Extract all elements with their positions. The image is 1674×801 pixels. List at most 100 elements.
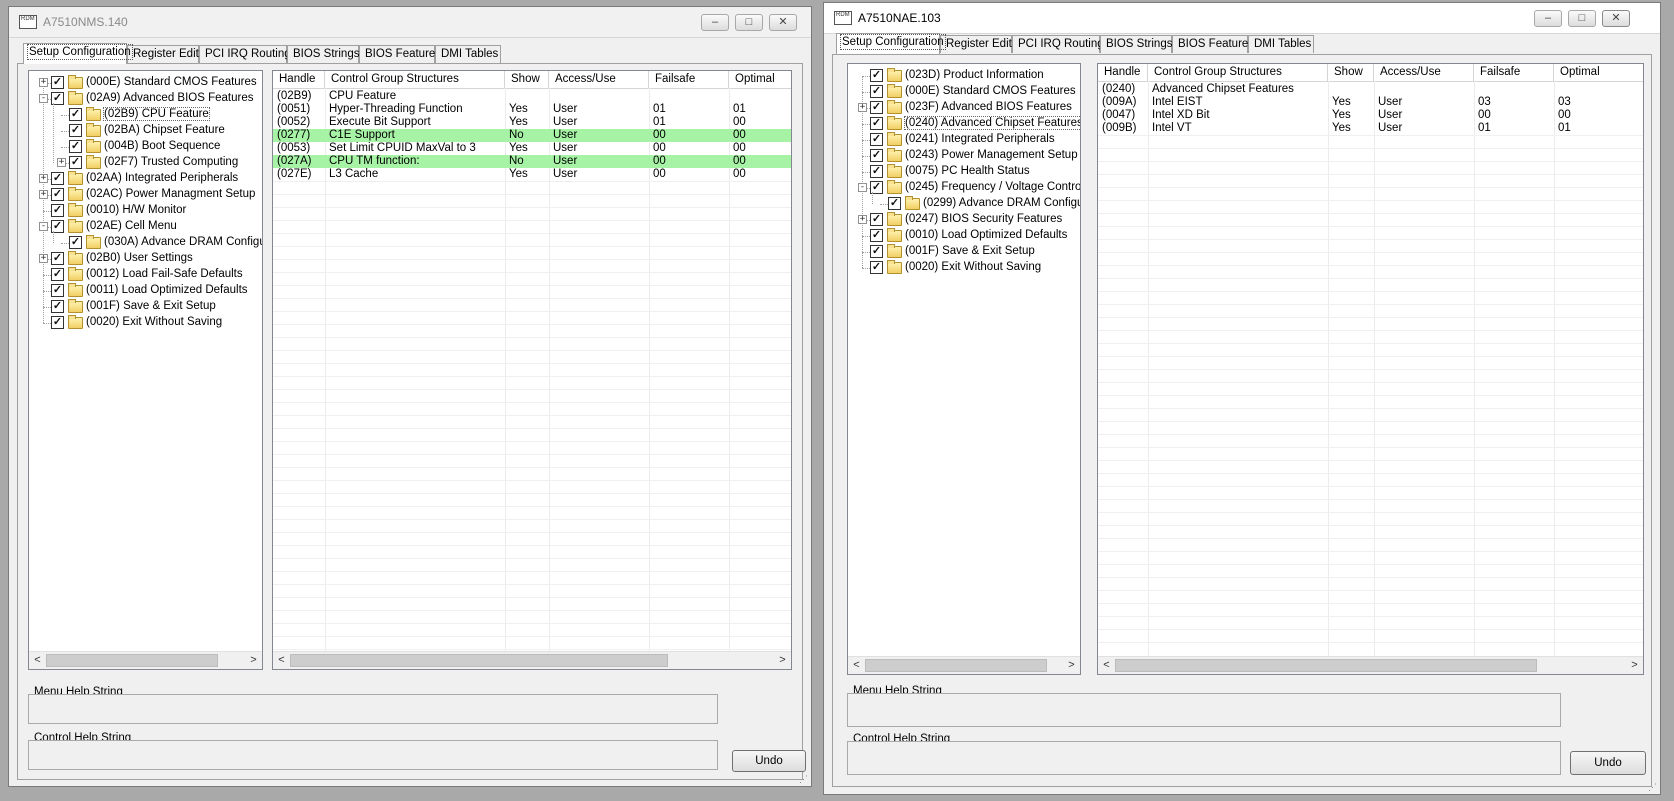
tab-setup-configuration[interactable]: Setup Configuration: [23, 43, 133, 64]
expand-icon[interactable]: +: [858, 215, 867, 224]
tree-item[interactable]: - ✓ (0245) Frequency / Voltage Control: [848, 180, 1080, 196]
tree-item[interactable]: ✓ (02B9) CPU Feature: [29, 107, 262, 123]
scroll-left-arrow[interactable]: <: [1099, 658, 1114, 673]
column-header-control-group[interactable]: Control Group Structures: [1148, 64, 1328, 81]
table-row[interactable]: (0240) Advanced Chipset Features: [1098, 83, 1643, 96]
checkbox-checked-icon[interactable]: ✓: [51, 172, 64, 185]
tab-bios-strings[interactable]: BIOS Strings: [1100, 35, 1172, 53]
expand-icon[interactable]: +: [39, 254, 48, 263]
grid-horizontal-scrollbar[interactable]: < >: [273, 651, 791, 669]
minimize-button[interactable]: –: [1534, 10, 1562, 27]
checkbox-checked-icon[interactable]: ✓: [870, 101, 883, 114]
scroll-right-arrow[interactable]: >: [246, 653, 261, 668]
structures-grid[interactable]: Handle Control Group Structures Show Access…: [272, 70, 792, 670]
column-header-optimal[interactable]: Optimal: [1554, 64, 1643, 81]
setup-tree[interactable]: ✓ (023D) Product Information ✓ (000E) Stand…: [847, 63, 1081, 675]
checkbox-checked-icon[interactable]: ✓: [51, 300, 64, 313]
checkbox-checked-icon[interactable]: ✓: [51, 252, 64, 265]
scroll-right-arrow[interactable]: >: [775, 653, 790, 668]
tree-item[interactable]: - ✓ (02AE) Cell Menu: [29, 219, 262, 235]
tab-dmi-tables[interactable]: DMI Tables: [1248, 35, 1314, 53]
checkbox-checked-icon[interactable]: ✓: [870, 85, 883, 98]
collapse-icon[interactable]: -: [858, 183, 867, 192]
undo-button[interactable]: Undo: [1570, 751, 1646, 775]
column-header-show[interactable]: Show: [1328, 64, 1374, 81]
tab-pci-irq-routing[interactable]: PCI IRQ Routing: [199, 45, 291, 63]
maximize-button[interactable]: □: [735, 14, 763, 31]
tree-item[interactable]: ✓ (0011) Load Optimized Defaults: [29, 283, 262, 299]
checkbox-checked-icon[interactable]: ✓: [51, 268, 64, 281]
checkbox-checked-icon[interactable]: ✓: [51, 284, 64, 297]
tree-item[interactable]: ✓ (0243) Power Management Setup: [848, 148, 1080, 164]
column-header-failsafe[interactable]: Failsafe: [1474, 64, 1554, 81]
checkbox-checked-icon[interactable]: ✓: [870, 133, 883, 146]
tree-item[interactable]: ✓ (0075) PC Health Status: [848, 164, 1080, 180]
column-header-optimal[interactable]: Optimal: [729, 71, 791, 88]
tab-register-edit[interactable]: Register Edit: [940, 35, 1012, 53]
expand-icon[interactable]: +: [39, 174, 48, 183]
column-header-show[interactable]: Show: [505, 71, 549, 88]
grid-horizontal-scrollbar[interactable]: < >: [1098, 656, 1643, 674]
tree-item[interactable]: ✓ (0010) Load Optimized Defaults: [848, 228, 1080, 244]
expand-icon[interactable]: +: [858, 103, 867, 112]
tree-item[interactable]: + ✓ (02AA) Integrated Peripherals: [29, 171, 262, 187]
tree-item[interactable]: ✓ (0299) Advance DRAM Configura: [848, 196, 1080, 212]
collapse-icon[interactable]: -: [39, 222, 48, 231]
close-button[interactable]: ✕: [769, 14, 797, 31]
checkbox-checked-icon[interactable]: ✓: [888, 197, 901, 210]
tab-register-edit[interactable]: Register Edit: [127, 45, 199, 63]
title-bar[interactable]: RDM A7510NMS.140 – □ ✕: [9, 7, 811, 38]
maximize-button[interactable]: □: [1568, 10, 1596, 27]
column-header-access[interactable]: Access/Use: [549, 71, 649, 88]
checkbox-checked-icon[interactable]: ✓: [51, 316, 64, 329]
tab-setup-configuration[interactable]: Setup Configuration: [836, 33, 946, 54]
table-row[interactable]: (0047) Intel XD Bit Yes User 00 00: [1098, 109, 1643, 122]
tree-item[interactable]: ✓ (02BA) Chipset Feature: [29, 123, 262, 139]
table-row[interactable]: (0052) Execute Bit Support Yes User 01 00: [273, 116, 791, 129]
tree-item[interactable]: ✓ (0012) Load Fail-Safe Defaults: [29, 267, 262, 283]
scroll-right-arrow[interactable]: >: [1064, 658, 1079, 673]
table-row[interactable]: (009B) Intel VT Yes User 01 01: [1098, 122, 1643, 135]
tree-item[interactable]: + ✓ (02B0) User Settings: [29, 251, 262, 267]
scroll-thumb[interactable]: [290, 654, 668, 667]
table-row[interactable]: (0277) C1E Support No User 00 00: [273, 129, 791, 142]
scroll-left-arrow[interactable]: <: [30, 653, 45, 668]
tree-item[interactable]: ✓ (030A) Advance DRAM Configura: [29, 235, 262, 251]
table-row[interactable]: (027E) L3 Cache Yes User 00 00: [273, 168, 791, 181]
tree-item[interactable]: ✓ (023D) Product Information: [848, 68, 1080, 84]
table-row[interactable]: (02B9) CPU Feature: [273, 90, 791, 103]
tree-horizontal-scrollbar[interactable]: < >: [848, 656, 1080, 674]
checkbox-checked-icon[interactable]: ✓: [870, 69, 883, 82]
table-row[interactable]: (027A) CPU TM function: No User 00 00: [273, 155, 791, 168]
expand-icon[interactable]: +: [57, 158, 66, 167]
title-bar[interactable]: RDM A7510NAE.103 – □ ✕: [824, 3, 1660, 34]
tree-item[interactable]: ✓ (0020) Exit Without Saving: [848, 260, 1080, 276]
scroll-right-arrow[interactable]: >: [1627, 658, 1642, 673]
checkbox-checked-icon[interactable]: ✓: [69, 124, 82, 137]
tab-dmi-tables[interactable]: DMI Tables: [435, 45, 501, 63]
scroll-thumb[interactable]: [46, 654, 218, 667]
table-row[interactable]: (0051) Hyper-Threading Function Yes User 01 0…: [273, 103, 791, 116]
column-header-handle[interactable]: Handle: [1098, 64, 1148, 81]
checkbox-checked-icon[interactable]: ✓: [51, 204, 64, 217]
undo-button[interactable]: Undo: [732, 750, 806, 772]
minimize-button[interactable]: –: [701, 14, 729, 31]
tree-item[interactable]: + ✓ (02AC) Power Managment Setup: [29, 187, 262, 203]
column-header-access[interactable]: Access/Use: [1374, 64, 1474, 81]
scroll-thumb[interactable]: [865, 659, 1047, 672]
tree-item[interactable]: + ✓ (0247) BIOS Security Features: [848, 212, 1080, 228]
collapse-icon[interactable]: -: [39, 94, 48, 103]
tree-item[interactable]: ✓ (0010) H/W Monitor: [29, 203, 262, 219]
column-header-control-group[interactable]: Control Group Structures: [325, 71, 505, 88]
checkbox-checked-icon[interactable]: ✓: [870, 261, 883, 274]
structures-grid[interactable]: Handle Control Group Structures Show Access…: [1097, 63, 1644, 675]
scroll-thumb[interactable]: [1115, 659, 1537, 672]
tab-bios-strings[interactable]: BIOS Strings: [287, 45, 359, 63]
checkbox-checked-icon[interactable]: ✓: [51, 76, 64, 89]
checkbox-checked-icon[interactable]: ✓: [870, 229, 883, 242]
checkbox-checked-icon[interactable]: ✓: [870, 245, 883, 258]
checkbox-checked-icon[interactable]: ✓: [870, 149, 883, 162]
tree-item[interactable]: + ✓ (000E) Standard CMOS Features: [29, 75, 262, 91]
checkbox-checked-icon[interactable]: ✓: [51, 188, 64, 201]
tree-item[interactable]: ✓ (0020) Exit Without Saving: [29, 315, 262, 331]
